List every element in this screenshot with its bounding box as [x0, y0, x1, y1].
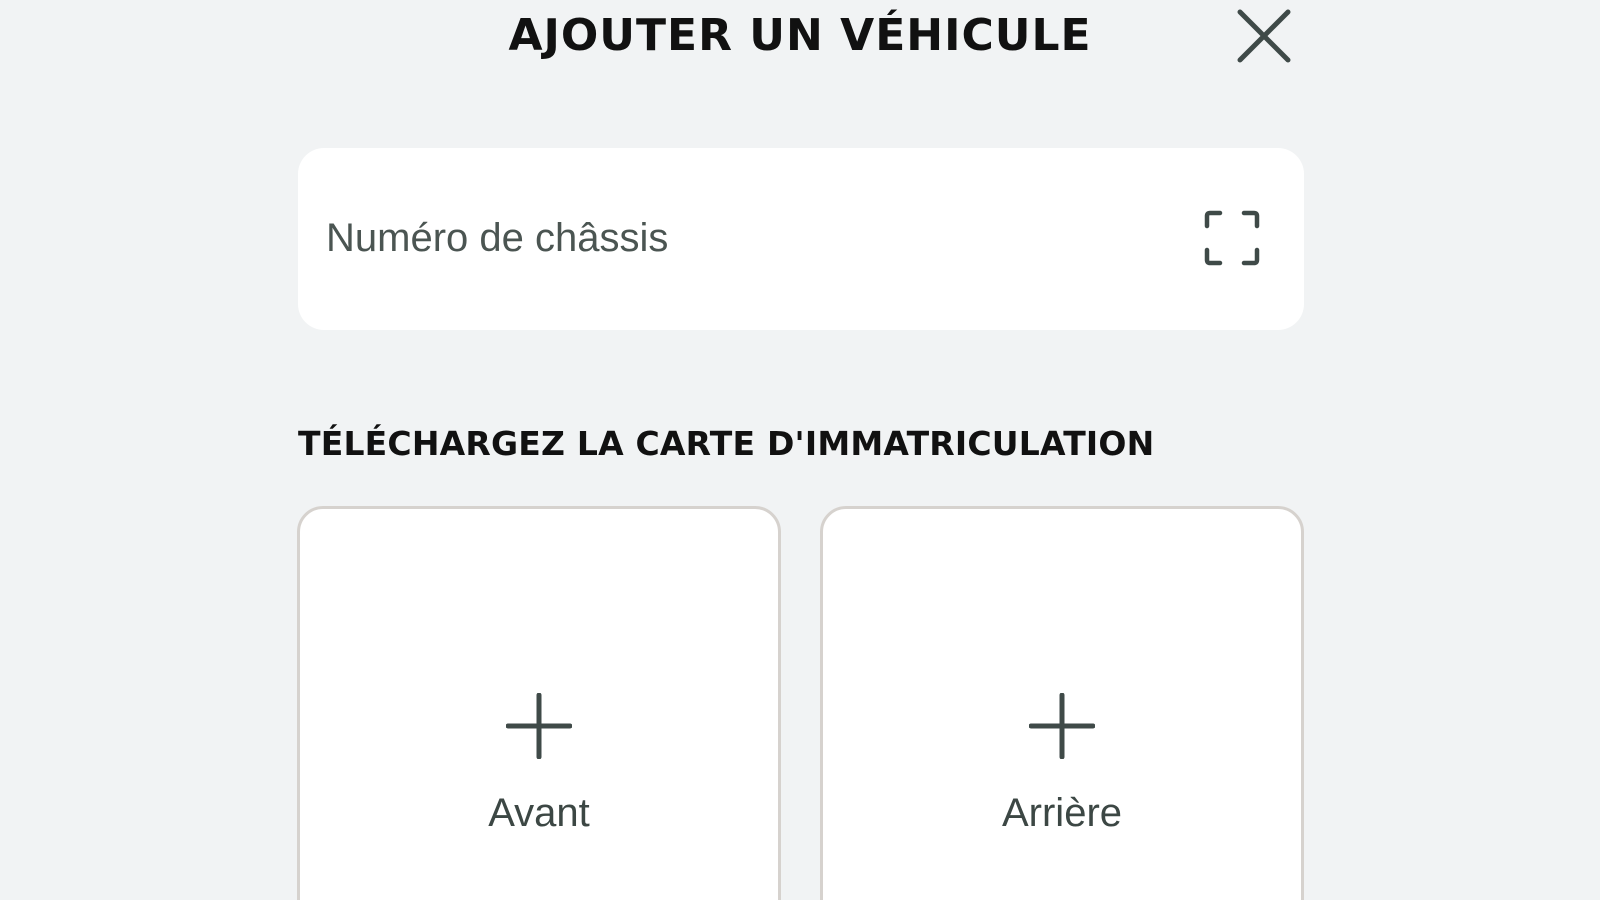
- scan-vin-button[interactable]: [1204, 210, 1260, 266]
- upload-back-card[interactable]: Arrière: [820, 506, 1304, 900]
- add-vehicle-screen: AJOUTER UN VÉHICULE Numéro de châssis TÉ…: [0, 0, 1600, 900]
- plus-icon: [1029, 693, 1095, 759]
- upload-front-label: Avant: [488, 791, 590, 835]
- page-title: AJOUTER UN VÉHICULE: [508, 10, 1092, 61]
- plus-icon: [506, 693, 572, 759]
- chassis-number-placeholder: Numéro de châssis: [326, 216, 669, 260]
- upload-front-card[interactable]: Avant: [297, 506, 781, 900]
- close-icon: [1232, 4, 1296, 68]
- registration-card-heading: TÉLÉCHARGEZ LA CARTE D'IMMATRICULATION: [298, 424, 1155, 463]
- chassis-number-field[interactable]: Numéro de châssis: [298, 148, 1304, 330]
- close-button[interactable]: [1232, 4, 1296, 68]
- upload-back-label: Arrière: [1001, 791, 1123, 835]
- scan-frame-icon: [1204, 210, 1260, 266]
